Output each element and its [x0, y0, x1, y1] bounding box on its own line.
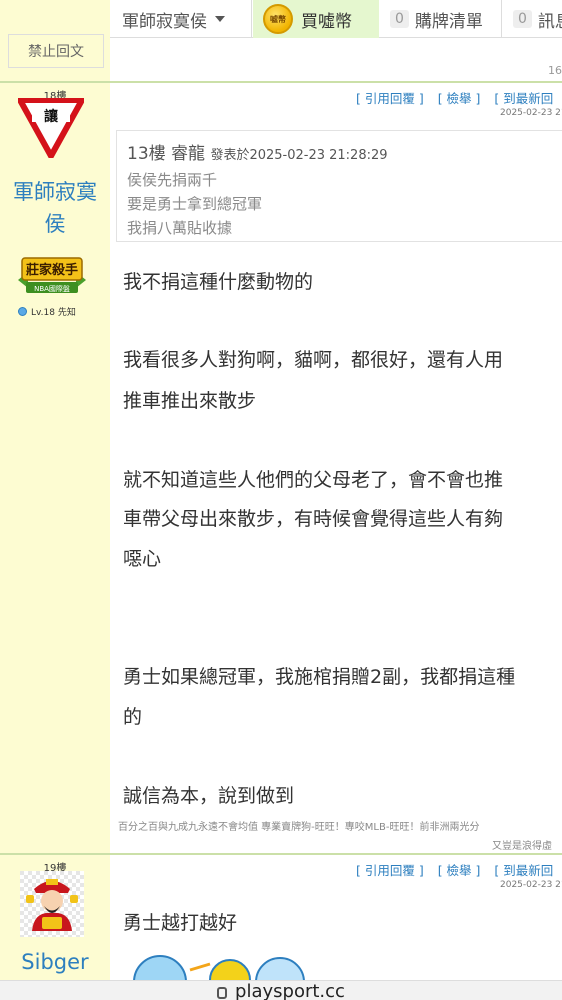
god-of-wealth-avatar	[20, 871, 84, 937]
post-body-line: 噁心	[123, 548, 162, 570]
post-body-line: 推車推出來散步	[123, 390, 257, 412]
post-action-links: [ 引用回覆 ] [ 檢舉 ] [ 到最新回	[356, 860, 562, 879]
level-icon	[18, 307, 27, 316]
post-body-line: 的	[123, 706, 143, 728]
post-date: 2025-02-23 21	[500, 108, 562, 118]
post-body-line: 勇士如果總冠軍，我施棺捐贈2副，我都捐這種	[123, 666, 516, 688]
report-link[interactable]: [ 檢舉 ]	[438, 863, 481, 878]
ban-reply-button[interactable]: 禁止回文	[8, 34, 104, 68]
username-link[interactable]: 軍師寂寞 侯	[0, 176, 110, 240]
buy-coin-label: 買噓幣	[301, 11, 352, 32]
bookmaker-killer-badge: 莊家殺手 NBA國際盤	[18, 257, 86, 293]
user-signature-line-2: 又豈是浪得虛	[492, 841, 552, 852]
quote-line: 我捐八萬貼收據	[127, 219, 233, 237]
post-body-line: 車帶父母出來散步，有時候會覺得這些人有夠	[123, 508, 504, 530]
partial-number: 16	[548, 64, 562, 77]
username-line-2: 侯	[44, 212, 66, 236]
report-link[interactable]: [ 檢舉 ]	[438, 91, 481, 106]
user-signature: 百分之百與九成九永遠不會均值 專業賣牌狗-旺旺！專咬MLB-旺旺！前非洲兩光分	[118, 822, 480, 833]
cart-link[interactable]: 0 購牌清單	[380, 0, 502, 38]
quoted-post: 13樓 睿龍 發表於2025-02-23 21:28:29 侯侯先捐兩千 要是勇…	[116, 130, 562, 242]
post-action-links: [ 引用回覆 ] [ 檢舉 ] [ 到最新回	[356, 88, 562, 107]
user-menu-label: 軍師寂寞侯	[122, 11, 207, 32]
quote-header: 13樓 睿龍 發表於2025-02-23 21:28:29	[127, 139, 562, 164]
nav-left-strip	[0, 0, 110, 38]
post-body-line: 勇士越打越好	[123, 912, 238, 934]
quote-reply-link[interactable]: [ 引用回覆 ]	[356, 863, 424, 878]
level-text: Lv.18 先知	[31, 308, 76, 318]
lock-icon	[217, 987, 228, 999]
quote-line: 要是勇士拿到總冠軍	[127, 195, 263, 213]
latest-reply-link[interactable]: [ 到最新回	[494, 863, 553, 878]
post-divider	[0, 853, 562, 855]
quote-line: 侯侯先捐兩千	[127, 171, 218, 189]
post-body-line: 就不知道這些人他們的父母老了，會不會也推	[123, 469, 504, 491]
quote-reply-link[interactable]: [ 引用回覆 ]	[356, 91, 424, 106]
quote-floor-user: 13樓 睿龍	[127, 144, 206, 164]
post-divider	[0, 81, 562, 83]
badge-subtitle: NBA國際盤	[34, 284, 70, 293]
latest-reply-link[interactable]: [ 到最新回	[494, 91, 553, 106]
coin-icon: 噓幣	[263, 4, 293, 34]
yield-sign-icon: 讓	[18, 98, 84, 158]
user-menu-button[interactable]: 軍師寂寞侯	[110, 0, 252, 38]
top-nav: 軍師寂寞侯 噓幣 買噓幣 0 購牌清單 0 訊息	[0, 0, 562, 38]
messages-link[interactable]: 0 訊息	[503, 0, 562, 38]
yield-sign-text: 讓	[44, 108, 59, 125]
username-line-1: 軍師寂寞	[13, 180, 97, 204]
buy-coin-button[interactable]: 噓幣 買噓幣	[253, 0, 379, 38]
post-body-line: 誠信為本，說到做到	[123, 785, 295, 807]
cart-count-badge: 0	[390, 10, 409, 28]
quote-meta: 發表於2025-02-23 21:28:29	[210, 148, 388, 163]
url-text: playsport.cc	[235, 981, 345, 1000]
cart-label: 購牌清單	[414, 11, 483, 32]
post-body-line: 我看很多人對狗啊，貓啊，都很好，還有人用	[123, 349, 504, 371]
browser-url-bar[interactable]: playsport.cc	[0, 980, 562, 1000]
messages-label: 訊息	[537, 11, 562, 32]
messages-count-badge: 0	[513, 10, 532, 28]
post-date: 2025-02-23 21	[500, 880, 562, 890]
chevron-down-icon	[215, 16, 225, 22]
user-level: Lv.18 先知	[18, 305, 76, 318]
badge-title: 莊家殺手	[26, 262, 78, 278]
username-link[interactable]: Sibger	[0, 946, 110, 978]
post-body-line: 我不捐這種什麼動物的	[123, 271, 314, 293]
